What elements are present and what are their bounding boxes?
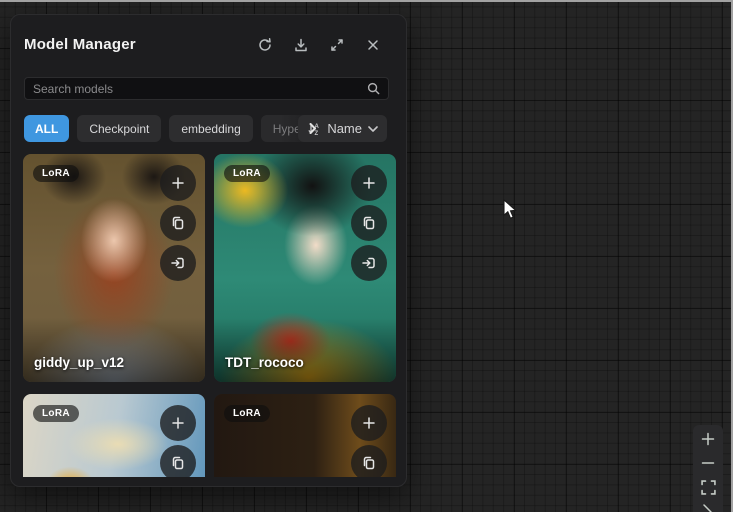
tab-all[interactable]: ALL xyxy=(24,115,69,142)
model-type-badge: LoRA xyxy=(33,165,79,182)
search-input[interactable] xyxy=(25,78,366,99)
tab-checkpoint[interactable]: Checkpoint xyxy=(77,115,161,142)
fit-view-icon[interactable] xyxy=(700,479,716,495)
chevron-down-icon xyxy=(368,126,378,132)
close-icon[interactable] xyxy=(365,37,381,53)
thumbnail-shade xyxy=(214,318,396,382)
model-card-3[interactable]: LoRA xyxy=(23,394,205,477)
card-actions xyxy=(351,165,387,281)
expand-icon[interactable] xyxy=(329,37,345,53)
chevron-right-icon[interactable] xyxy=(309,123,317,137)
copy-icon[interactable] xyxy=(160,445,196,477)
model-type-badge: LoRA xyxy=(224,165,270,182)
tab-embedding[interactable]: embedding xyxy=(169,115,252,142)
add-icon[interactable] xyxy=(160,165,196,201)
model-name: TDT_rococo xyxy=(225,355,304,370)
add-icon[interactable] xyxy=(160,405,196,441)
window-frame-top xyxy=(0,0,733,2)
copy-icon[interactable] xyxy=(351,205,387,241)
copy-icon[interactable] xyxy=(351,445,387,477)
import-icon[interactable] xyxy=(160,245,196,281)
panel-header-actions xyxy=(257,37,381,53)
model-card-giddy-up[interactable]: LoRA giddy_up_v12 xyxy=(23,154,205,382)
thumbnail-shade xyxy=(23,318,205,382)
zoom-in-icon[interactable] xyxy=(700,431,716,447)
model-type-badge: LoRA xyxy=(33,405,79,422)
add-icon[interactable] xyxy=(351,405,387,441)
model-type-badge: LoRA xyxy=(224,405,270,422)
sort-label: Name xyxy=(327,121,362,136)
page-title: Model Manager xyxy=(24,36,136,53)
model-manager-panel: Model Manager ALL Checkpoint emb xyxy=(10,14,407,487)
model-name: giddy_up_v12 xyxy=(34,355,124,370)
model-card-4[interactable]: LoRA xyxy=(214,394,396,477)
search-icon[interactable] xyxy=(366,81,381,96)
card-actions xyxy=(160,165,196,281)
card-actions xyxy=(160,405,196,477)
search-bar xyxy=(24,77,389,100)
copy-icon[interactable] xyxy=(160,205,196,241)
filter-tabs: ALL Checkpoint embedding Hype xyxy=(24,115,323,142)
canvas-zoom-toolbar xyxy=(693,425,723,512)
model-card-tdt-rococo[interactable]: LoRA TDT_rococo xyxy=(214,154,396,382)
app-window: Model Manager ALL Checkpoint emb xyxy=(0,0,733,512)
model-card-list[interactable]: LoRA giddy_up_v12 xyxy=(23,154,396,477)
zoom-out-icon[interactable] xyxy=(700,455,716,471)
partial-tool-icon[interactable] xyxy=(700,503,716,512)
download-icon[interactable] xyxy=(293,37,309,53)
add-icon[interactable] xyxy=(351,165,387,201)
refresh-icon[interactable] xyxy=(257,37,273,53)
import-icon[interactable] xyxy=(351,245,387,281)
card-actions xyxy=(351,405,387,477)
